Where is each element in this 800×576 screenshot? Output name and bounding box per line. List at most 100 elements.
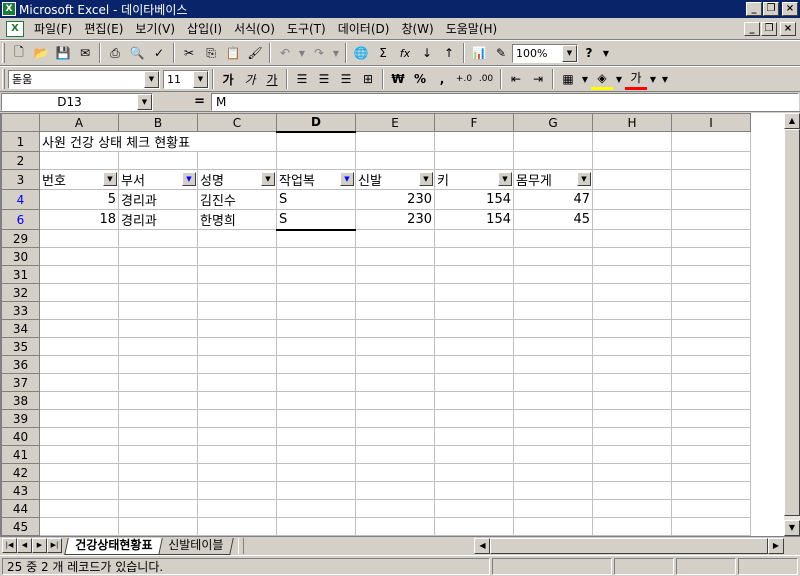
cell[interactable] xyxy=(513,319,593,338)
cell[interactable] xyxy=(197,301,277,320)
excel-app-icon[interactable]: X xyxy=(2,2,16,16)
function-icon[interactable]: fx xyxy=(394,42,416,64)
cell[interactable] xyxy=(276,391,356,410)
paste-icon[interactable]: 📋 xyxy=(222,42,244,64)
cell[interactable] xyxy=(118,301,198,320)
cell[interactable] xyxy=(434,499,514,518)
cell[interactable]: 154 xyxy=(434,189,514,210)
cell[interactable] xyxy=(592,319,672,338)
column-header[interactable]: H xyxy=(592,113,672,132)
cell[interactable] xyxy=(671,301,751,320)
row-header[interactable]: 41 xyxy=(1,445,40,464)
cell[interactable] xyxy=(592,131,672,152)
cell[interactable] xyxy=(197,517,277,536)
row-header[interactable]: 45 xyxy=(1,517,40,536)
cell[interactable] xyxy=(434,301,514,320)
cell[interactable] xyxy=(355,265,435,284)
cell[interactable] xyxy=(355,481,435,500)
cell[interactable] xyxy=(592,355,672,374)
cell[interactable] xyxy=(671,151,751,170)
sheet-title-cell[interactable]: 사원 건강 상태 체크 현황표 xyxy=(39,131,277,152)
cell[interactable] xyxy=(513,355,593,374)
cell[interactable] xyxy=(355,247,435,266)
cell[interactable] xyxy=(671,463,751,482)
row-header[interactable]: 31 xyxy=(1,265,40,284)
increase-indent-icon[interactable]: ⇥ xyxy=(527,68,549,90)
cell[interactable] xyxy=(592,481,672,500)
prev-sheet-icon[interactable]: ◀ xyxy=(17,538,32,553)
fill-color-icon[interactable]: ◈ xyxy=(591,68,613,90)
borders-icon[interactable]: ▦ xyxy=(557,68,579,90)
fill-color-dropdown-icon[interactable]: ▼ xyxy=(613,68,625,90)
increase-decimal-icon[interactable]: +.0 xyxy=(453,68,475,90)
cell[interactable] xyxy=(355,373,435,392)
cell[interactable] xyxy=(276,319,356,338)
autofilter-dropdown-icon[interactable]: ▼ xyxy=(419,172,433,186)
cell[interactable] xyxy=(276,265,356,284)
cell[interactable] xyxy=(355,427,435,446)
cell[interactable] xyxy=(197,463,277,482)
cell[interactable]: S xyxy=(276,189,356,210)
cell[interactable] xyxy=(197,355,277,374)
close-button[interactable]: × xyxy=(782,2,798,16)
cell[interactable] xyxy=(434,283,514,302)
cell[interactable] xyxy=(197,409,277,428)
cell[interactable] xyxy=(276,229,356,248)
cell[interactable] xyxy=(671,283,751,302)
cell[interactable] xyxy=(118,499,198,518)
cell[interactable] xyxy=(355,391,435,410)
redo-icon[interactable]: ↷ xyxy=(308,42,330,64)
cell[interactable] xyxy=(434,517,514,536)
cell[interactable] xyxy=(118,229,198,248)
autofilter-active-dropdown-icon[interactable]: ▼ xyxy=(182,172,196,186)
cell[interactable]: 5 xyxy=(39,189,119,210)
cell[interactable] xyxy=(592,169,672,190)
worksheet-grid[interactable]: A B C D E F G H I 1 사원 건강 상태 체크 현황표 2 3 … xyxy=(0,113,784,536)
cell[interactable] xyxy=(671,337,751,356)
cell-table[interactable]: A B C D E F G H I 1 사원 건강 상태 체크 현황표 2 3 … xyxy=(1,113,751,536)
font-size-dropdown-icon[interactable]: ▼ xyxy=(193,70,208,88)
cell[interactable] xyxy=(592,265,672,284)
cell[interactable] xyxy=(39,355,119,374)
row-header[interactable]: 38 xyxy=(1,391,40,410)
align-right-icon[interactable]: ☰ xyxy=(335,68,357,90)
row-header[interactable]: 6 xyxy=(1,209,40,230)
cell[interactable] xyxy=(434,229,514,248)
row-header[interactable]: 39 xyxy=(1,409,40,428)
row-header[interactable]: 43 xyxy=(1,481,40,500)
cell[interactable] xyxy=(118,247,198,266)
cell[interactable] xyxy=(39,265,119,284)
row-header[interactable]: 30 xyxy=(1,247,40,266)
menu-data[interactable]: 데이터(D) xyxy=(332,20,396,37)
bold-button[interactable]: 가 xyxy=(217,68,239,90)
cell[interactable] xyxy=(39,151,119,170)
row-header[interactable]: 32 xyxy=(1,283,40,302)
zoom-dropdown-icon[interactable]: ▼ xyxy=(562,44,577,62)
cell[interactable] xyxy=(513,499,593,518)
tab-health-status[interactable]: 건강상태현황표 xyxy=(64,537,164,555)
equals-icon[interactable]: = xyxy=(153,94,209,109)
print-icon[interactable]: ⎙ xyxy=(104,42,126,64)
cell[interactable] xyxy=(197,247,277,266)
cell[interactable] xyxy=(513,131,593,152)
minimize-button[interactable]: _ xyxy=(746,2,762,16)
cell[interactable] xyxy=(355,337,435,356)
formula-input[interactable]: M xyxy=(211,92,799,111)
column-header[interactable]: C xyxy=(197,113,277,132)
cell[interactable] xyxy=(513,229,593,248)
cell[interactable] xyxy=(355,319,435,338)
cell[interactable] xyxy=(592,463,672,482)
workbook-close-button[interactable]: × xyxy=(780,21,796,36)
row-header[interactable]: 2 xyxy=(1,151,40,170)
cell[interactable] xyxy=(118,355,198,374)
cell[interactable] xyxy=(355,409,435,428)
cell[interactable] xyxy=(513,391,593,410)
autofilter-dropdown-icon[interactable]: ▼ xyxy=(498,172,512,186)
cell[interactable] xyxy=(39,391,119,410)
autofilter-dropdown-icon[interactable]: ▼ xyxy=(103,172,117,186)
cell[interactable] xyxy=(592,427,672,446)
cell[interactable] xyxy=(118,151,198,170)
merge-center-icon[interactable]: ⊞ xyxy=(357,68,379,90)
undo-dropdown-icon[interactable]: ▼ xyxy=(296,42,308,64)
cell[interactable]: 154 xyxy=(434,209,514,230)
